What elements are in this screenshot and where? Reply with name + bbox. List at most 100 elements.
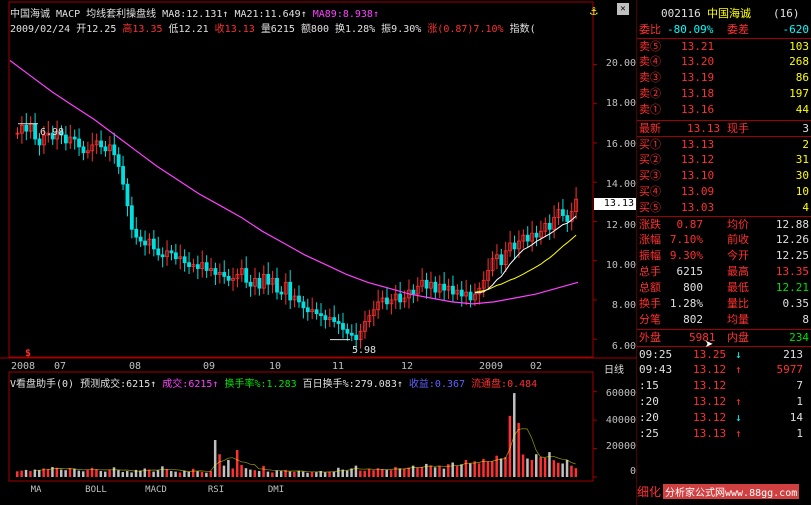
candle-body	[341, 323, 345, 330]
tick-price: 13.12	[693, 379, 727, 392]
volume-bar	[337, 467, 340, 477]
vol-float: 流通盘:0.484	[471, 379, 538, 390]
volume-bar	[429, 465, 432, 477]
close-icon[interactable]: ✕	[617, 3, 629, 15]
ask-volume: 86	[795, 71, 809, 84]
waipan-row: 外盘 5981 内盘 234	[637, 329, 811, 344]
volume-bar	[332, 471, 336, 477]
volume-bar	[486, 461, 490, 477]
stat-row: 总手 6215 最高 13.35	[637, 264, 811, 280]
tab-boll[interactable]: BOLL	[68, 483, 124, 497]
volume-bar	[161, 466, 164, 477]
vol-tick: 60000	[605, 388, 636, 399]
tick-row: 09:25 13.25 ↓ 213	[637, 346, 811, 363]
volume-bar	[315, 472, 318, 477]
volume-bar	[262, 465, 265, 477]
price-tick: 16.00	[605, 139, 636, 150]
x-tick: 07	[54, 361, 67, 372]
volume-bar	[59, 469, 63, 477]
price-frame	[8, 1, 594, 358]
bid-volume: 31	[795, 153, 809, 166]
indicator-header: 中国海诚 MACP 均线套利操盘线 MA8:12.131↑ MA21:11.64…	[10, 9, 379, 20]
ask-label: 卖④	[639, 55, 661, 68]
volume-bar	[213, 440, 217, 477]
volume-bar	[16, 471, 19, 477]
quote-amplitude: 振9.30%	[381, 24, 422, 35]
vol-gain: 收益:0.367	[408, 379, 466, 390]
stat-value: 1.28%	[669, 297, 703, 310]
stat-value: 0.35	[782, 297, 810, 310]
vol-tick: 40000	[605, 415, 636, 426]
ask-price: 13.21	[681, 40, 715, 53]
volume-bar	[543, 457, 547, 477]
volume-bar	[103, 471, 107, 477]
price-tick: 18.00	[605, 98, 636, 109]
tick-row: :25 13.13 ↑ 1	[637, 426, 811, 442]
volume-bar	[187, 471, 191, 477]
watermark: 分析家公式网www.88gg.com	[663, 484, 800, 499]
stat-value: 0.87	[676, 218, 704, 231]
volume-bar	[64, 470, 67, 477]
quote-low: 低12.21	[168, 24, 209, 35]
bid-price: 13.13	[681, 138, 715, 151]
volume-bar	[227, 459, 230, 477]
bid-price: 13.09	[681, 185, 715, 198]
quote-high: 高13.35	[122, 24, 163, 35]
quote-date: 2009/02/24	[10, 24, 71, 35]
volume-bar	[565, 459, 569, 477]
stat-row: 总额 800 最低 12.21	[637, 280, 811, 296]
panel-count: (16)	[773, 7, 800, 20]
bid-row: 买① 13.13 2	[637, 136, 811, 153]
volume-bar	[420, 467, 424, 477]
tick-row: :20 13.12 ↓ 14	[637, 410, 811, 426]
ask-volume: 103	[789, 40, 809, 53]
volume-bar	[372, 470, 375, 477]
candle-body	[279, 291, 284, 295]
tick-volume: 5977	[776, 363, 804, 376]
high-annotation: 6.98	[40, 127, 65, 138]
tick-row: :15 13.12 7	[637, 378, 811, 394]
tab-ma[interactable]: MA	[8, 483, 64, 497]
ask-price: 13.16	[681, 103, 715, 116]
x-tick: 09	[203, 361, 216, 372]
bid-price: 13.10	[681, 169, 715, 182]
volume-bar	[464, 459, 468, 477]
kline-chart[interactable]	[0, 0, 637, 505]
candle-body	[398, 293, 403, 303]
tab-macd[interactable]: MACD	[128, 483, 184, 497]
volume-bar	[557, 462, 560, 477]
volume-bar	[425, 463, 428, 477]
tab-dmi[interactable]: DMI	[248, 483, 304, 497]
anchor-icon[interactable]: ⚓	[590, 4, 598, 19]
volume-bar	[147, 469, 151, 477]
candle-body	[433, 281, 438, 293]
weicha-value: -620	[782, 23, 810, 36]
cursor-icon: ➤	[705, 337, 714, 353]
candle-body	[451, 285, 455, 295]
volume-bar	[24, 469, 28, 477]
stat-label: 总额	[639, 281, 661, 294]
volume-bar	[275, 470, 279, 477]
volume-bar	[328, 471, 331, 477]
volume-bar	[301, 471, 305, 477]
ask-volume: 44	[795, 103, 809, 116]
detail-label[interactable]: 细化	[637, 483, 661, 500]
latest-price: 13.13	[687, 122, 721, 135]
price-tick: 14.00	[605, 179, 636, 190]
ask-price: 13.19	[681, 71, 715, 84]
volume-bar	[143, 468, 147, 477]
tab-rsi[interactable]: RSI	[188, 483, 244, 497]
period-label[interactable]: 日线	[604, 361, 624, 376]
ask-volume: 268	[789, 55, 809, 68]
volume-bar	[297, 470, 300, 477]
candle-body	[226, 275, 231, 281]
candle-body	[112, 144, 117, 156]
volume-bar	[367, 469, 371, 477]
stat-label: 涨跌	[639, 218, 661, 231]
volume-bar	[240, 464, 243, 477]
ma8-line	[474, 215, 577, 294]
candle-body	[63, 134, 68, 144]
volume-bar	[570, 465, 573, 477]
candle-body	[354, 334, 359, 340]
tick-volume: 14	[789, 411, 803, 424]
